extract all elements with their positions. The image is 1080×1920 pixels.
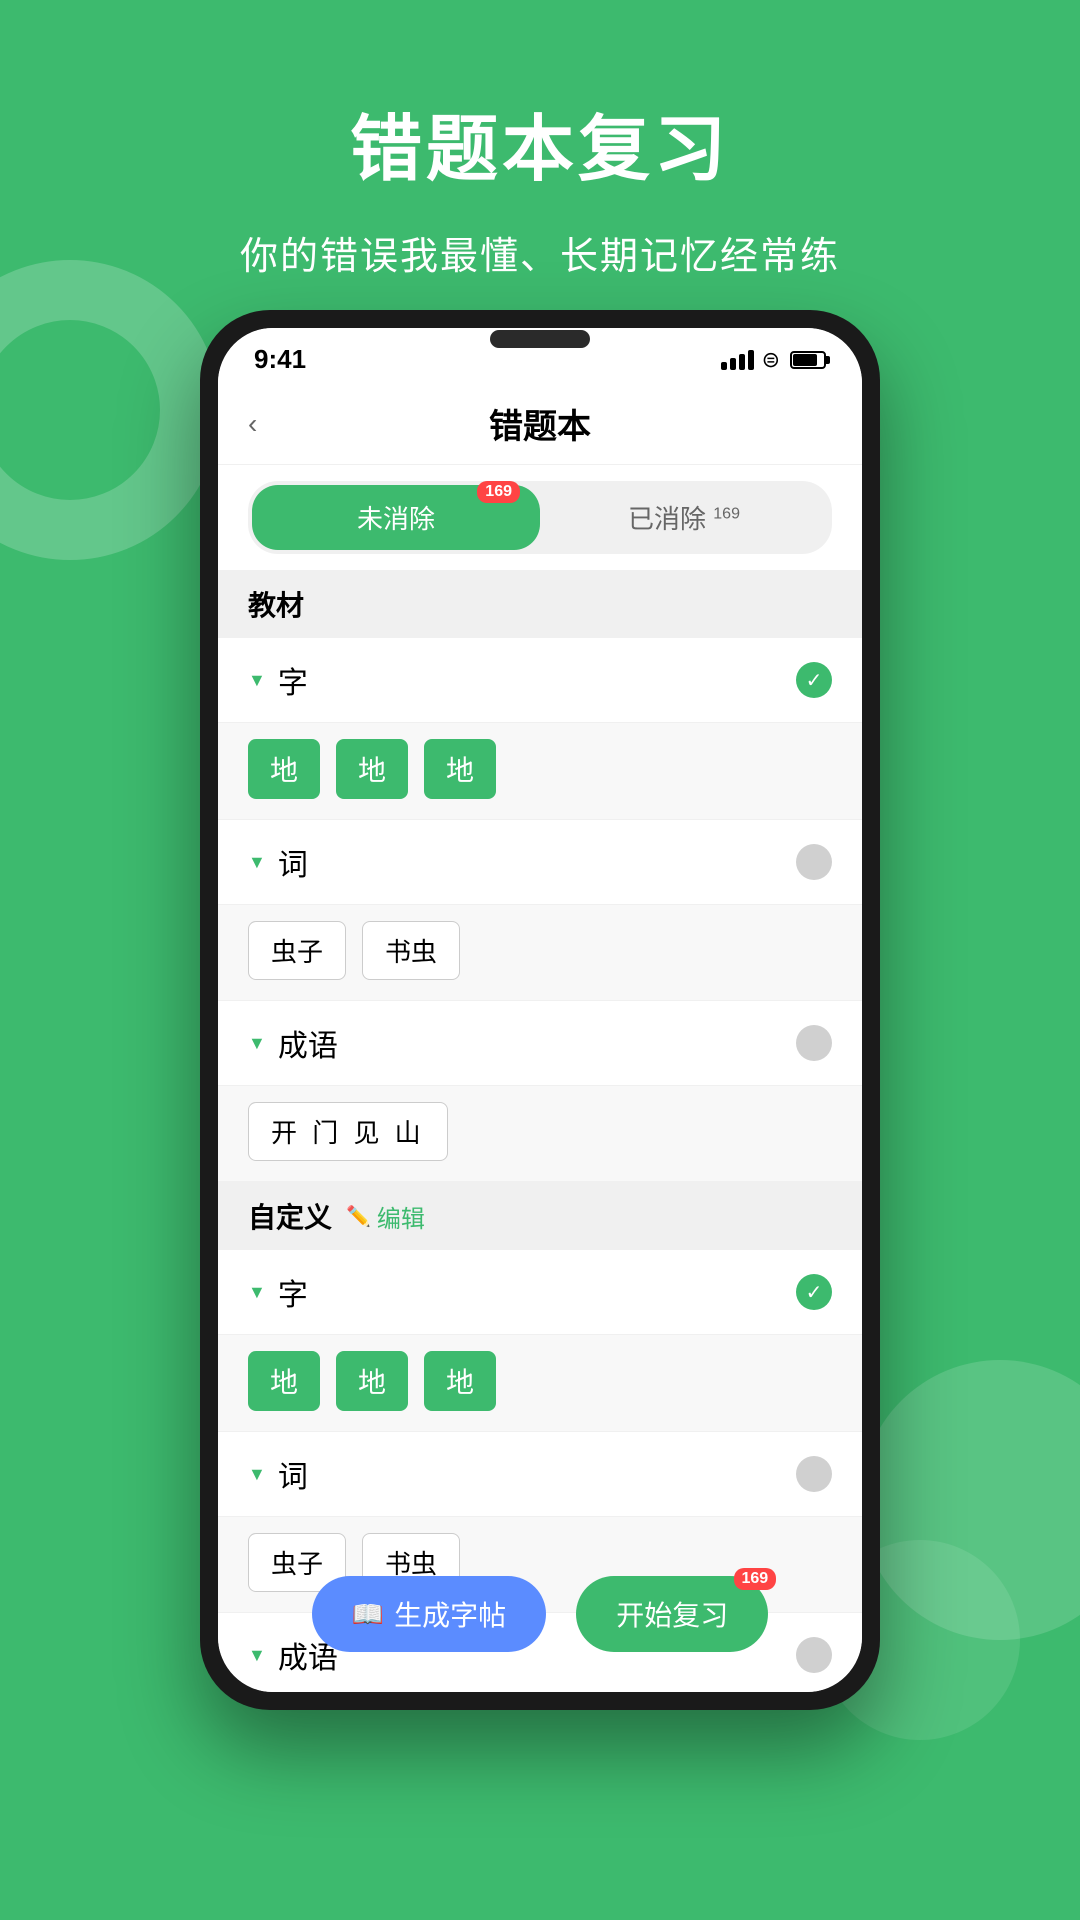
items-row-ci-1: 虫子 书虫 [218,905,862,1001]
category-row-ci-2[interactable]: ▼ 词 [218,1432,862,1517]
bg-circle-left [0,260,220,560]
status-icons: ⊜ [721,347,826,373]
phone-frame: 9:41 ⊜ [200,310,880,1710]
circle-empty-ci-1[interactable] [796,844,832,880]
status-time: 9:41 [254,344,306,375]
circle-empty-idiom-1[interactable] [796,1025,832,1061]
active-tab-badge: 169 [477,481,520,503]
idiom-chip[interactable]: 开 门 见 山 [248,1102,448,1161]
tab-active[interactable]: 未消除 169 [252,485,540,550]
inactive-tab-badge: 169 [713,505,740,522]
char-chip[interactable]: 地 [336,739,408,799]
category-row-zi-1[interactable]: ▼ 字 ✓ [218,638,862,723]
book-icon: 📖 [352,1599,384,1630]
wifi-icon: ⊜ [762,347,780,373]
arrow-icon-idiom-1: ▼ [248,1033,266,1054]
category-row-zi-2[interactable]: ▼ 字 ✓ [218,1250,862,1335]
start-badge: 169 [734,1568,777,1590]
char-chip[interactable]: 地 [248,1351,320,1411]
char-chip[interactable]: 地 [336,1351,408,1411]
header-section: 错题本复习 你的错误我最懂、长期记忆经常练 [0,0,1080,280]
word-chip[interactable]: 虫子 [248,921,346,980]
circle-empty-ci-2[interactable] [796,1456,832,1492]
phone-speaker [490,330,590,348]
char-chip[interactable]: 地 [248,739,320,799]
section-header-custom: 自定义 ✏️ 编辑 [218,1182,862,1250]
signal-icon [721,350,754,370]
char-chip[interactable]: 地 [424,739,496,799]
items-row-idiom-1: 开 门 见 山 [218,1086,862,1182]
section-header-textbook: 教材 [218,570,862,638]
arrow-icon-ci-1: ▼ [248,852,266,873]
pencil-icon: ✏️ [346,1204,371,1229]
category-row-ci-1[interactable]: ▼ 词 [218,820,862,905]
nav-bar: ‹ 错题本 [218,383,862,465]
tab-container: 未消除 169 已消除 169 [248,481,832,554]
category-row-idiom-1[interactable]: ▼ 成语 [218,1001,862,1086]
content-area: 教材 ▼ 字 ✓ 地 地 地 [218,570,862,1692]
page-subtitle: 你的错误我最懂、长期记忆经常练 [0,225,1080,280]
arrow-icon-ci-2: ▼ [248,1464,266,1485]
items-row-zi-2: 地 地 地 [218,1335,862,1432]
phone-mockup: 9:41 ⊜ [200,310,880,1710]
arrow-icon-zi-1: ▼ [248,670,266,691]
edit-button[interactable]: ✏️ 编辑 [346,1199,425,1234]
word-chip[interactable]: 书虫 [362,921,460,980]
battery-icon [790,351,826,369]
generate-button[interactable]: 📖 生成字帖 [312,1576,546,1652]
nav-title: 错题本 [489,399,591,448]
items-row-zi-1: 地 地 地 [218,723,862,820]
start-review-button[interactable]: 开始复习 169 [576,1576,768,1652]
tab-inactive[interactable]: 已消除 169 [540,485,828,550]
arrow-icon-zi-2: ▼ [248,1282,266,1303]
phone-screen: 9:41 ⊜ [218,328,862,1692]
tab-bar: 未消除 169 已消除 169 [218,465,862,570]
char-chip[interactable]: 地 [424,1351,496,1411]
check-circle-zi-2[interactable]: ✓ [796,1274,832,1310]
bottom-bar: 📖 生成字帖 开始复习 169 [218,1576,862,1652]
page-title: 错题本复习 [0,90,1080,195]
check-circle-zi-1[interactable]: ✓ [796,662,832,698]
back-button[interactable]: ‹ [248,408,257,440]
